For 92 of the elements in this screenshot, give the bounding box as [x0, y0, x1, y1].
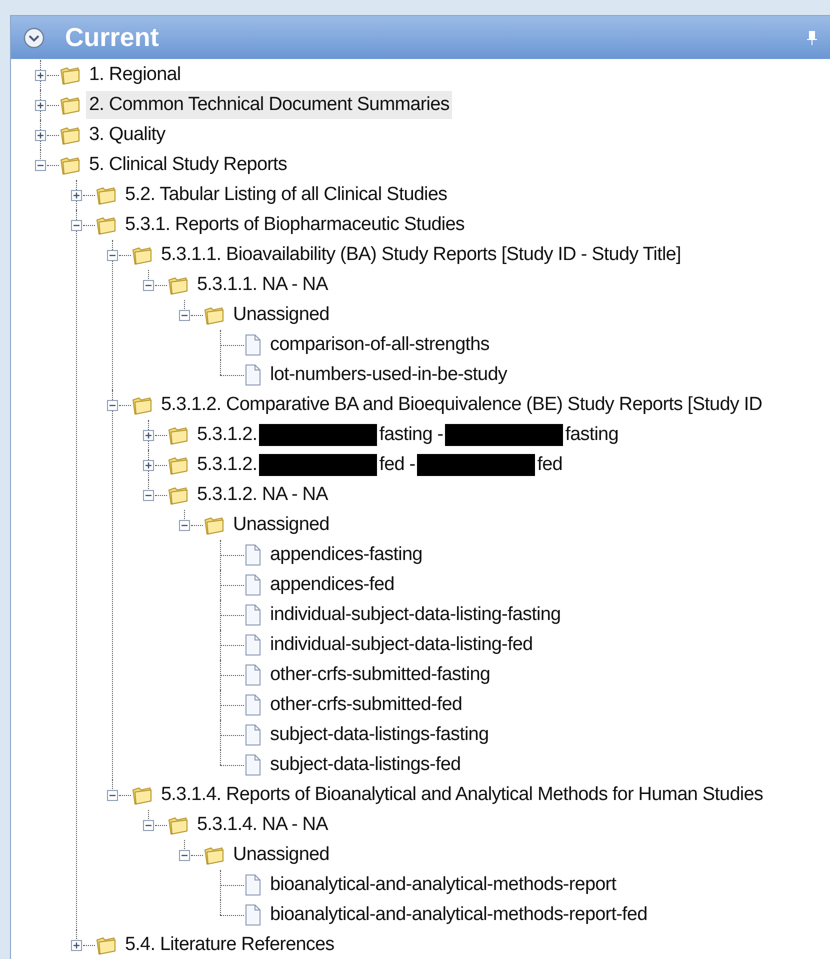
collapse-toggle[interactable]	[70, 220, 82, 230]
document-icon	[244, 664, 262, 686]
folder-icon	[203, 515, 225, 535]
plus-icon	[144, 462, 152, 468]
document-icon	[244, 754, 262, 776]
document-icon	[244, 364, 262, 386]
tree-item-label[interactable]: fasting -	[379, 420, 444, 450]
folder-icon	[59, 155, 81, 175]
folder-icon	[131, 245, 153, 265]
folder-icon	[95, 215, 117, 235]
tree-item-label[interactable]: appendices-fasting	[267, 540, 426, 570]
tree-item-label[interactable]: bioanalytical-and-analytical-methods-report-fed	[267, 900, 650, 930]
tree-item-label[interactable]: lot-numbers-used-in-be-study	[267, 360, 510, 390]
expand-toggle[interactable]	[142, 460, 154, 470]
document-icon	[244, 574, 262, 596]
plus-icon	[72, 192, 80, 198]
panel-title: Current	[65, 21, 159, 54]
folder-icon	[167, 815, 189, 835]
folder-icon	[203, 305, 225, 325]
tree-item-label[interactable]: fed	[537, 450, 562, 480]
tree-item-label[interactable]: individual-subject-data-listing-fasting	[267, 600, 564, 630]
tree-item-label[interactable]: bioanalytical-and-analytical-methods-report	[267, 870, 620, 900]
tree-item-label[interactable]: Unassigned	[230, 510, 332, 540]
document-icon	[244, 604, 262, 626]
folder-icon	[131, 395, 153, 415]
tree-item-label[interactable]: 5.3.1.4. NA - NA	[194, 810, 331, 840]
tree-item-label[interactable]: other-crfs-submitted-fasting	[267, 660, 494, 690]
tree-item-label[interactable]: appendices-fed	[267, 570, 398, 600]
collapse-toggle[interactable]	[178, 850, 190, 860]
collapse-icon[interactable]	[23, 26, 45, 48]
tree-item-label[interactable]: 1. Regional	[86, 60, 184, 90]
folder-icon	[95, 935, 117, 955]
tree-item-label[interactable]: individual-subject-data-listing-fed	[267, 630, 536, 660]
tree-item-label[interactable]: 5.4. Literature References	[122, 930, 338, 959]
tree-item-label[interactable]: 5.3.1.1. NA - NA	[194, 270, 331, 300]
document-icon	[244, 634, 262, 656]
collapse-toggle[interactable]	[34, 160, 46, 170]
collapse-toggle[interactable]	[106, 400, 118, 410]
tree-item-label[interactable]: other-crfs-submitted-fed	[267, 690, 466, 720]
folder-icon	[131, 785, 153, 805]
folder-icon	[59, 125, 81, 145]
collapse-toggle[interactable]	[142, 280, 154, 290]
tree-item-label[interactable]: 5.3.1.1. Bioavailability (BA) Study Reports [Study ID - Study Title]	[158, 240, 684, 270]
plus-icon	[72, 942, 80, 948]
document-icon	[244, 694, 262, 716]
expand-toggle[interactable]	[70, 940, 82, 950]
expand-toggle[interactable]	[34, 100, 46, 110]
collapse-toggle[interactable]	[106, 250, 118, 260]
folder-icon	[59, 65, 81, 85]
folder-icon	[167, 425, 189, 445]
folder-icon	[167, 485, 189, 505]
tree-item-label[interactable]: 5.3.1.2. Comparative BA and Bioequivalence (BE) Study Reports [Study ID	[158, 390, 766, 420]
expand-toggle[interactable]	[70, 190, 82, 200]
tree-item-label[interactable]: subject-data-listings-fed	[267, 750, 464, 780]
expand-toggle[interactable]	[142, 430, 154, 440]
plus-icon	[36, 72, 44, 78]
pin-icon[interactable]	[806, 30, 818, 46]
document-icon	[244, 904, 262, 926]
tree-item-label[interactable]: subject-data-listings-fasting	[267, 720, 492, 750]
tree-item-label[interactable]: 5.3.1.2.	[197, 420, 258, 450]
collapse-toggle[interactable]	[142, 820, 154, 830]
tree-item-label[interactable]: fed -	[379, 450, 416, 480]
collapse-toggle[interactable]	[106, 790, 118, 800]
tree-item-label[interactable]: 3. Quality	[86, 120, 168, 150]
tree-item-label[interactable]: 5.3.1. Reports of Biopharmaceutic Studies	[122, 210, 468, 240]
folder-icon	[203, 845, 225, 865]
plus-icon	[36, 102, 44, 108]
tree-item-label[interactable]: 5.3.1.2.	[197, 450, 258, 480]
tree-item-label[interactable]: 5.3.1.4. Reports of Bioanalytical and Analytical Methods for Human Studies	[158, 780, 766, 810]
document-icon	[244, 874, 262, 896]
folder-icon	[167, 455, 189, 475]
document-icon	[244, 724, 262, 746]
tree-item-label[interactable]: 5.3.1.2. NA - NA	[194, 480, 331, 510]
collapse-toggle[interactable]	[178, 310, 190, 320]
folder-icon	[95, 185, 117, 205]
tree-item-label[interactable]: fasting	[565, 420, 618, 450]
collapse-toggle[interactable]	[142, 490, 154, 500]
expand-toggle[interactable]	[34, 70, 46, 80]
tree-item-label[interactable]: 5.2. Tabular Listing of all Clinical Studies	[122, 180, 450, 210]
tree-item-label[interactable]: 2. Common Technical Document Summaries	[86, 90, 452, 120]
tree-item-label[interactable]: 5. Clinical Study Reports	[86, 150, 290, 180]
tree-item-label[interactable]: Unassigned	[230, 300, 332, 330]
tree-item-label[interactable]: comparison-of-all-strengths	[267, 330, 492, 360]
tree-item-label[interactable]: Unassigned	[230, 840, 332, 870]
document-icon	[244, 334, 262, 356]
folder-icon	[59, 95, 81, 115]
document-icon	[244, 544, 262, 566]
collapse-toggle[interactable]	[178, 520, 190, 530]
expand-toggle[interactable]	[34, 130, 46, 140]
plus-icon	[144, 432, 152, 438]
folder-icon	[167, 275, 189, 295]
plus-icon	[36, 132, 44, 138]
